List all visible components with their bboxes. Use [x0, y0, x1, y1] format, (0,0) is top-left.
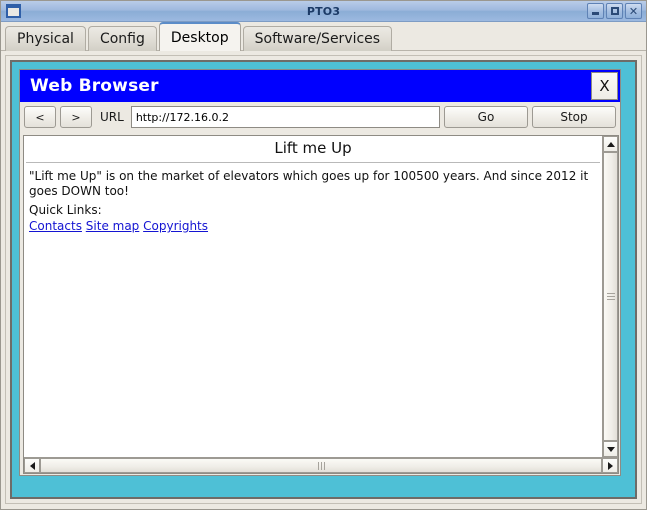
go-button[interactable]: Go [444, 106, 528, 128]
page-content: Lift me Up "Lift me Up" is on the market… [24, 136, 602, 457]
link-contacts[interactable]: Contacts [29, 219, 82, 233]
tab-software-services-label: Software/Services [254, 31, 381, 47]
forward-button-label: > [71, 110, 81, 124]
stop-button-label: Stop [560, 110, 588, 124]
tab-desktop[interactable]: Desktop [158, 22, 241, 51]
stop-button[interactable]: Stop [532, 106, 616, 128]
minimize-button[interactable] [587, 3, 604, 19]
horizontal-scroll-track[interactable] [40, 458, 602, 473]
browser-close-button[interactable]: X [591, 72, 618, 100]
tab-software-services[interactable]: Software/Services [242, 26, 393, 51]
tab-config[interactable]: Config [87, 26, 157, 51]
window-title: PTO3 [306, 4, 341, 18]
horizontal-scroll-thumb[interactable] [40, 458, 602, 473]
page-heading: Lift me Up [274, 139, 352, 157]
link-copyrights[interactable]: Copyrights [143, 219, 208, 233]
scroll-up-button[interactable] [603, 136, 618, 152]
scroll-grip-icon [606, 293, 615, 300]
page-rows: Lift me Up "Lift me Up" is on the market… [24, 136, 618, 457]
browser-toolbar: < > URL http://172.16.0.2 Go Stop [20, 102, 620, 132]
device-window: PTO3 ✕ Physical Config Desktop Software/… [0, 0, 647, 510]
triangle-down-icon [606, 446, 615, 452]
page-paragraph: "Lift me Up" is on the market of elevato… [29, 169, 589, 198]
window-controls: ✕ [587, 3, 644, 19]
go-button-label: Go [477, 110, 495, 124]
tab-bar: Physical Config Desktop Software/Service… [1, 22, 646, 51]
url-input-value: http://172.16.0.2 [135, 110, 229, 124]
triangle-right-icon [607, 461, 613, 470]
quick-links-label: Quick Links: [29, 203, 102, 217]
scroll-grip-icon [317, 461, 325, 470]
url-input[interactable]: http://172.16.0.2 [130, 106, 440, 128]
tab-config-label: Config [99, 31, 145, 47]
url-label: URL [100, 110, 124, 124]
page-divider [26, 162, 600, 163]
horizontal-scrollbar[interactable] [24, 457, 618, 473]
close-button[interactable]: ✕ [625, 3, 642, 19]
minimize-icon [592, 12, 599, 15]
web-browser-window: Web Browser X < > URL http://172.16.0.2 [19, 69, 621, 476]
triangle-left-icon [29, 461, 35, 470]
triangle-up-icon [606, 141, 615, 147]
browser-titlebar: Web Browser X [20, 70, 620, 102]
scroll-right-button[interactable] [602, 458, 618, 473]
tab-physical-label: Physical [17, 31, 74, 47]
vertical-scrollbar[interactable] [602, 136, 618, 457]
desktop-background: Web Browser X < > URL http://172.16.0.2 [10, 60, 637, 499]
maximize-button[interactable] [606, 3, 623, 19]
window-titlebar: PTO3 ✕ [1, 1, 646, 22]
close-icon: ✕ [628, 4, 639, 18]
browser-title: Web Browser [30, 76, 159, 96]
page-viewport: Lift me Up "Lift me Up" is on the market… [23, 135, 619, 474]
link-site-map[interactable]: Site map [86, 219, 140, 233]
maximize-icon [610, 7, 619, 15]
browser-close-icon: X [599, 77, 610, 95]
vertical-scroll-thumb[interactable] [603, 152, 618, 441]
back-button-label: < [35, 110, 45, 124]
tab-desktop-label: Desktop [170, 29, 229, 46]
desktop-panel: Web Browser X < > URL http://172.16.0.2 [5, 55, 642, 504]
window-icon [6, 4, 21, 18]
back-button[interactable]: < [24, 106, 56, 128]
vertical-scroll-track[interactable] [603, 152, 618, 441]
quick-links-list: Contacts Site map Copyrights [24, 219, 602, 233]
scroll-left-button[interactable] [24, 458, 40, 473]
scroll-down-button[interactable] [603, 441, 618, 457]
forward-button[interactable]: > [60, 106, 92, 128]
tab-physical[interactable]: Physical [5, 26, 86, 51]
